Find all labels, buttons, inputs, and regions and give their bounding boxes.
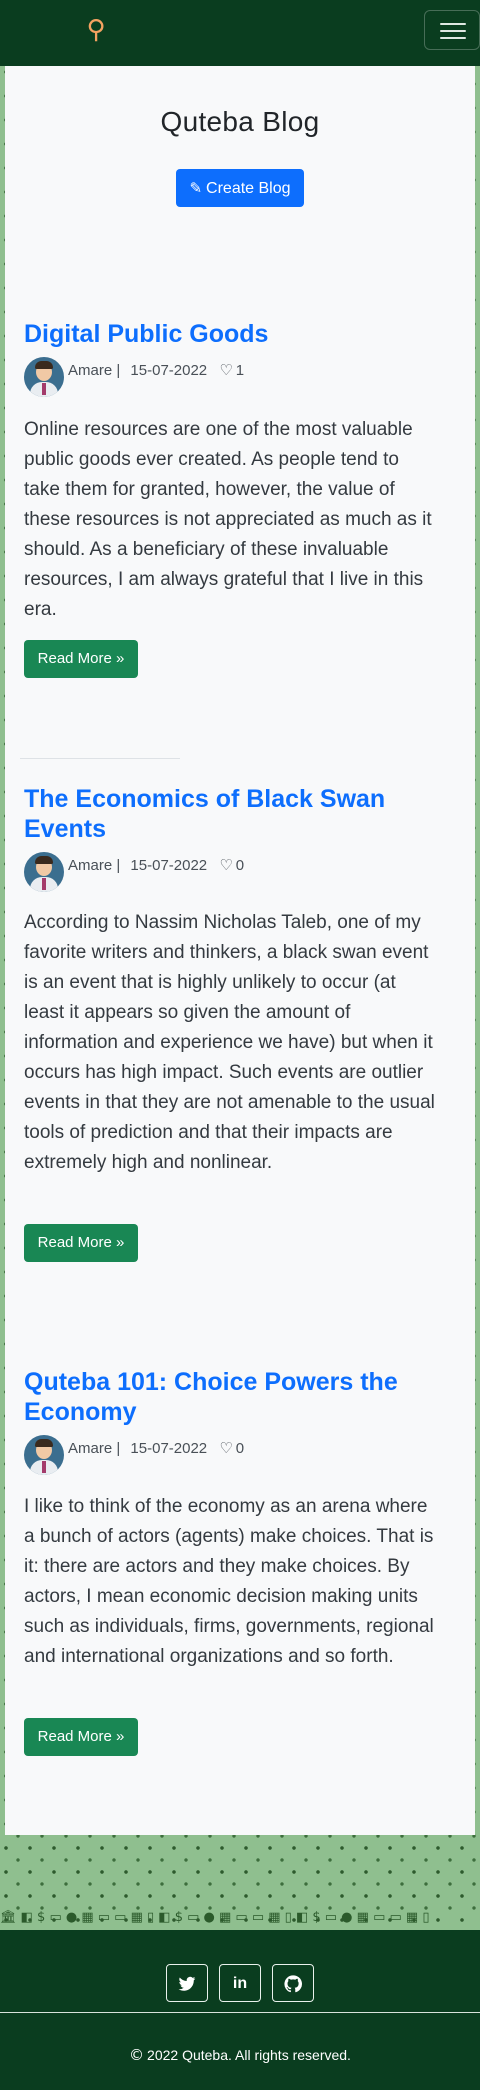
- copyright-label: 2022 Quteba. All rights reserved.: [147, 2047, 351, 2063]
- twitter-icon[interactable]: [166, 1964, 208, 2002]
- bike-logo-icon[interactable]: ⚲: [80, 14, 112, 46]
- post-meta-text: Amare | 15-07-2022 ♡ 0: [68, 856, 244, 874]
- read-more-button[interactable]: Read More »: [24, 1224, 138, 1262]
- hamburger-line: [440, 30, 466, 32]
- read-more-button[interactable]: Read More »: [24, 640, 138, 678]
- post-meta: Amare | 15-07-2022 ♡ 0: [24, 1435, 424, 1475]
- post-meta-text: Amare | 15-07-2022 ♡ 0: [68, 1439, 244, 1457]
- post-title-link[interactable]: Digital Public Goods: [24, 319, 444, 349]
- linkedin-icon[interactable]: in: [219, 1964, 261, 2002]
- hamburger-line: [440, 37, 466, 39]
- post-date: 15-07-2022: [130, 857, 208, 874]
- heart-icon[interactable]: ♡: [219, 1439, 232, 1457]
- post-excerpt: According to Nassim Nicholas Taleb, one …: [24, 912, 435, 1173]
- post-title-link[interactable]: The Economics of Black Swan Events: [24, 784, 444, 844]
- copyright-text: © 2022 Quteba. All rights reserved.: [0, 2046, 480, 2064]
- pencil-icon: ✎: [189, 179, 203, 197]
- post-meta: Amare | 15-07-2022 ♡ 0: [24, 852, 424, 892]
- hamburger-line: [440, 23, 466, 25]
- like-count: 1: [235, 362, 245, 379]
- post-excerpt: I like to think of the economy as an are…: [24, 1496, 434, 1667]
- post-meta-text: Amare | 15-07-2022 ♡ 1: [68, 361, 244, 379]
- create-blog-label: Create Blog: [206, 180, 291, 197]
- footer: in © 2022 Quteba. All rights reserved.: [0, 1930, 480, 2090]
- avatar: [24, 1435, 64, 1475]
- footer-divider: [0, 2012, 480, 2013]
- navbar: ⚲: [0, 0, 480, 66]
- read-more-button[interactable]: Read More »: [24, 1718, 138, 1756]
- like-count: 0: [235, 857, 245, 874]
- github-icon[interactable]: [272, 1964, 314, 2002]
- pattern-icons: 🏛 ◧ $ ▭ ● ▦ ▭ ▭ ▦ ▯ ◧ $ ▭ ● ▦ ▭ ▭ ▦ ▯ ◧ …: [0, 1910, 430, 1925]
- heart-icon[interactable]: ♡: [219, 856, 232, 874]
- post-meta: Amare | 15-07-2022 ♡ 1: [24, 357, 424, 397]
- heart-icon[interactable]: ♡: [219, 361, 232, 379]
- post-date: 15-07-2022: [130, 1440, 208, 1457]
- post-excerpt: Online resources are one of the most val…: [24, 419, 432, 620]
- avatar: [24, 357, 64, 397]
- author-name: Amare |: [68, 362, 121, 379]
- author-name: Amare |: [68, 1440, 121, 1457]
- author-name: Amare |: [68, 857, 121, 874]
- post-divider: [20, 758, 180, 759]
- post-title-link[interactable]: Quteba 101: Choice Powers the Economy: [24, 1367, 444, 1427]
- create-blog-button[interactable]: ✎ Create Blog: [176, 169, 304, 207]
- like-count: 0: [235, 1440, 245, 1457]
- hamburger-menu-button[interactable]: [424, 10, 480, 50]
- copyright-icon: ©: [129, 2046, 145, 2064]
- avatar: [24, 852, 64, 892]
- post-date: 15-07-2022: [130, 362, 208, 379]
- page-title: Quteba Blog: [160, 106, 320, 137]
